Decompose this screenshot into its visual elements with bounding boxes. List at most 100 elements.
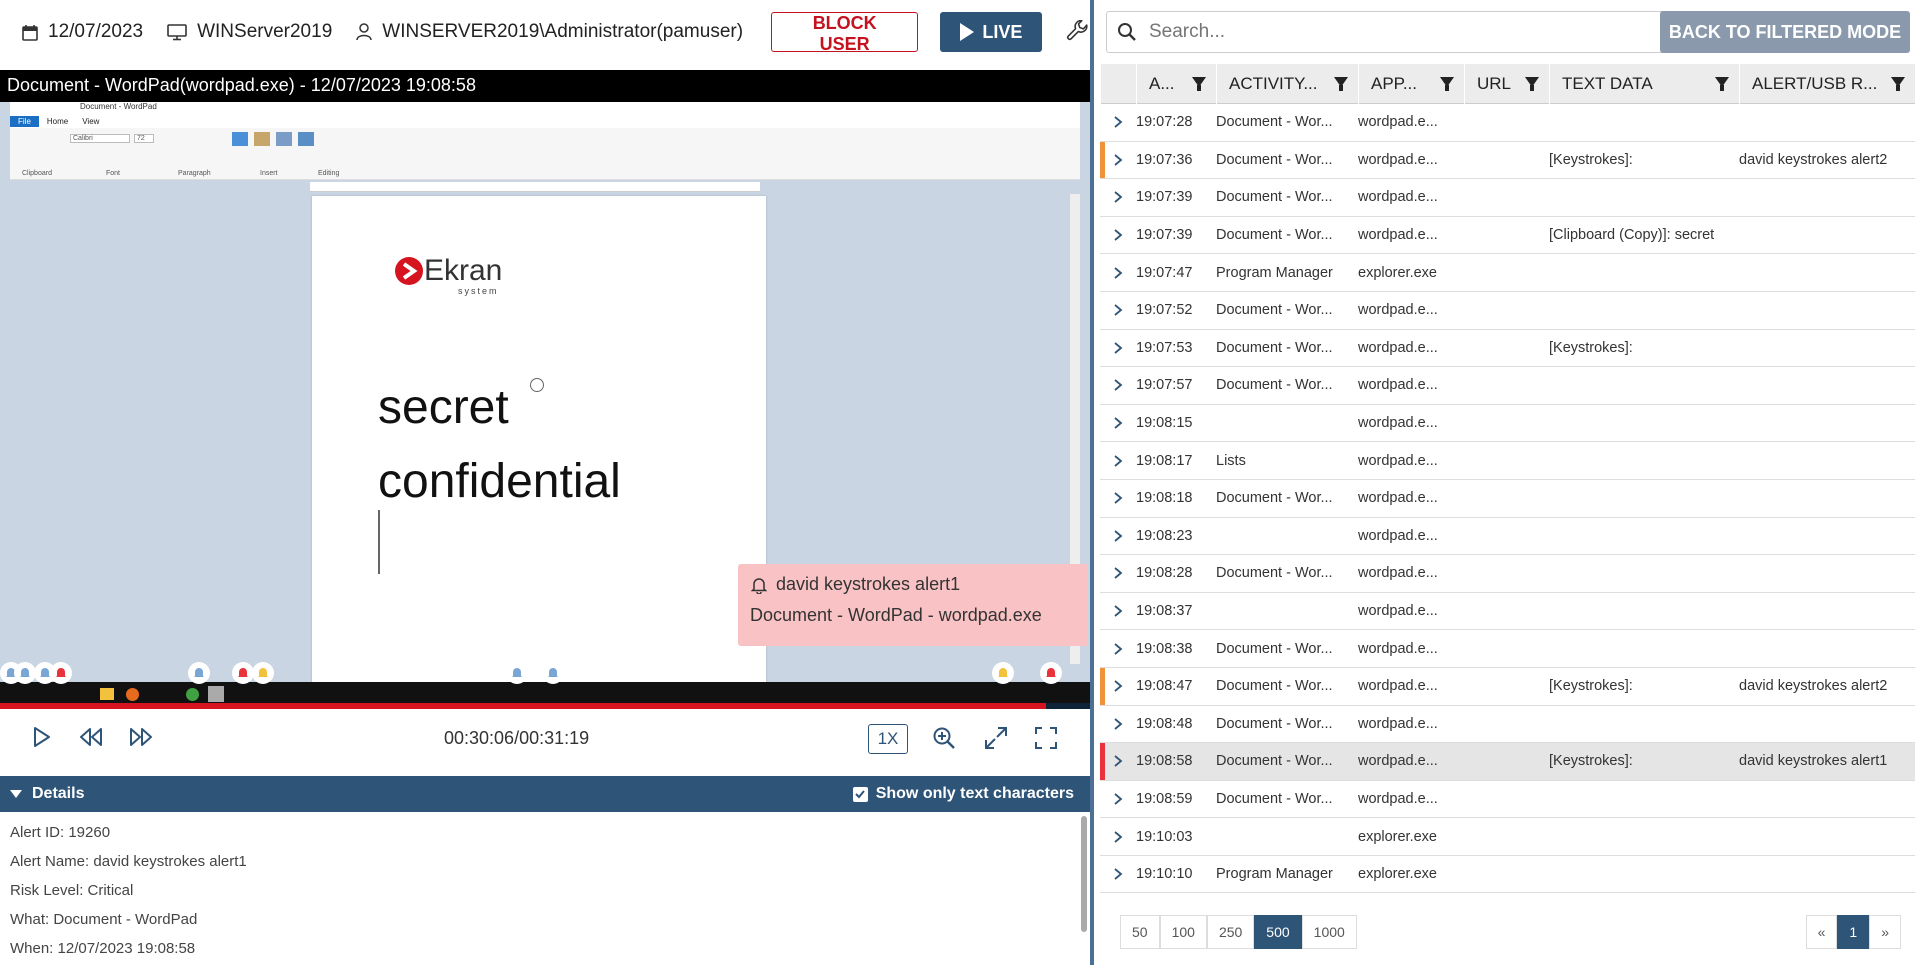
table-row[interactable]: 19:08:48 Document - Wor... wordpad.e... bbox=[1100, 706, 1915, 744]
table-row[interactable]: 19:07:53 Document - Wor... wordpad.e... [Ke… bbox=[1100, 330, 1915, 368]
table-row[interactable]: 19:08:28 Document - Wor... wordpad.e... bbox=[1100, 555, 1915, 593]
expand-row-icon[interactable] bbox=[1100, 604, 1136, 618]
table-row[interactable]: 19:07:39 Document - Wor... wordpad.e... [Cl… bbox=[1100, 217, 1915, 255]
expand-row-icon[interactable] bbox=[1100, 529, 1136, 543]
table-row[interactable]: 19:08:17 Lists wordpad.e... bbox=[1100, 442, 1915, 480]
expand-row-icon[interactable] bbox=[1100, 566, 1136, 580]
expand-row-icon[interactable] bbox=[1100, 679, 1136, 693]
alert-marker-bell-icon[interactable] bbox=[14, 662, 36, 684]
expand-row-icon[interactable] bbox=[1100, 642, 1136, 656]
alert-marker-bell-icon[interactable] bbox=[542, 662, 564, 684]
table-header: A... ACTIVITY... APP... URL TEXT DATA AL… bbox=[1100, 64, 1915, 104]
time-cell: 19:08:23 bbox=[1136, 527, 1193, 544]
zoom-in-icon[interactable] bbox=[932, 726, 956, 750]
text-caret bbox=[378, 510, 380, 574]
play-button-icon[interactable] bbox=[32, 726, 52, 748]
block-user-button[interactable]: BLOCK USER bbox=[771, 12, 919, 54]
expand-row-icon[interactable] bbox=[1100, 754, 1136, 768]
expand-row-icon[interactable] bbox=[1100, 830, 1136, 844]
column-header-app[interactable]: APP... bbox=[1358, 64, 1464, 104]
column-header-url[interactable]: URL bbox=[1464, 64, 1549, 104]
table-row[interactable]: 19:07:47 Program Manager explorer.exe bbox=[1100, 254, 1915, 292]
expand-row-icon[interactable] bbox=[1100, 416, 1136, 430]
next-page-button[interactable]: » bbox=[1869, 915, 1901, 949]
details-header[interactable]: Details Show only text characters bbox=[0, 776, 1090, 812]
alert-marker-bell-icon[interactable] bbox=[50, 662, 72, 684]
expand-row-icon[interactable] bbox=[1100, 190, 1136, 204]
table-row[interactable]: 19:07:52 Document - Wor... wordpad.e... bbox=[1100, 292, 1915, 330]
alert-marker-bell-icon[interactable] bbox=[1040, 662, 1062, 684]
table-row[interactable]: 19:10:10 Program Manager explorer.exe bbox=[1100, 856, 1915, 894]
fullscreen-icon[interactable] bbox=[1034, 726, 1058, 750]
column-header-time[interactable]: A... bbox=[1136, 64, 1216, 104]
table-row[interactable]: 19:08:37 wordpad.e... bbox=[1100, 593, 1915, 631]
time-cell: 19:08:59 bbox=[1136, 790, 1193, 807]
wrench-icon[interactable] bbox=[1066, 20, 1090, 44]
column-header-activity[interactable]: ACTIVITY... bbox=[1216, 64, 1358, 104]
page-size-option[interactable]: 100 bbox=[1159, 915, 1207, 949]
expand-row-icon[interactable] bbox=[1100, 115, 1136, 129]
checkbox-check-icon[interactable] bbox=[852, 786, 868, 802]
table-row[interactable]: 19:08:59 Document - Wor... wordpad.e... bbox=[1100, 781, 1915, 819]
alert-marker-bell-icon[interactable] bbox=[506, 662, 528, 684]
table-row[interactable]: 19:08:18 Document - Wor... wordpad.e... bbox=[1100, 480, 1915, 518]
expand-row-icon[interactable] bbox=[1100, 717, 1136, 731]
expand-row-icon[interactable] bbox=[1100, 378, 1136, 392]
time-cell: 19:07:52 bbox=[1136, 302, 1193, 319]
document-line: confidential bbox=[378, 455, 621, 508]
expand-icon[interactable] bbox=[984, 726, 1008, 750]
table-row[interactable]: 19:10:03 explorer.exe bbox=[1100, 818, 1915, 856]
alert-marker-bell-icon[interactable] bbox=[992, 662, 1014, 684]
table-row[interactable]: 19:08:23 wordpad.e... bbox=[1100, 518, 1915, 556]
expand-row-icon[interactable] bbox=[1100, 454, 1136, 468]
back-to-filtered-mode-button[interactable]: BACK TO FILTERED MODE bbox=[1660, 11, 1910, 53]
page-size-option[interactable]: 500 bbox=[1254, 915, 1302, 949]
filter-icon[interactable] bbox=[1525, 77, 1539, 91]
expand-row-icon[interactable] bbox=[1100, 228, 1136, 242]
expand-row-icon[interactable] bbox=[1100, 341, 1136, 355]
app-cell: wordpad.e... bbox=[1358, 377, 1438, 394]
table-row[interactable]: 19:08:38 Document - Wor... wordpad.e... bbox=[1100, 630, 1915, 668]
filter-icon[interactable] bbox=[1440, 77, 1454, 91]
details-scrollbar[interactable] bbox=[1081, 816, 1087, 932]
column-header-text-data[interactable]: TEXT DATA bbox=[1549, 64, 1739, 104]
alert-marker-bell-icon[interactable] bbox=[252, 662, 274, 684]
page-size-option[interactable]: 50 bbox=[1120, 915, 1160, 949]
search-box[interactable] bbox=[1106, 11, 1666, 53]
filter-icon[interactable] bbox=[1334, 77, 1348, 91]
column-header-alert[interactable]: ALERT/USB R... bbox=[1739, 64, 1915, 104]
prev-page-button[interactable]: « bbox=[1805, 915, 1838, 949]
user-icon bbox=[356, 23, 373, 41]
filter-icon[interactable] bbox=[1891, 77, 1905, 91]
rewind-icon[interactable] bbox=[78, 726, 104, 748]
playback-timeline[interactable] bbox=[0, 703, 1090, 709]
search-input[interactable] bbox=[1149, 21, 1629, 43]
show-text-only-checkbox[interactable]: Show only text characters bbox=[852, 785, 1074, 803]
expand-row-icon[interactable] bbox=[1100, 792, 1136, 806]
fast-forward-icon[interactable] bbox=[128, 726, 154, 748]
expand-row-icon[interactable] bbox=[1100, 867, 1136, 881]
page-button[interactable]: 1 bbox=[1837, 915, 1870, 949]
expand-row-icon[interactable] bbox=[1100, 153, 1136, 167]
alert-marker-bell-icon[interactable] bbox=[232, 662, 254, 684]
table-row[interactable]: 19:08:58 Document - Wor... wordpad.e... [Ke… bbox=[1100, 743, 1915, 781]
alert-marker-bell-icon[interactable] bbox=[188, 662, 210, 684]
activity-cell: Document - Wor... bbox=[1216, 640, 1333, 657]
table-row[interactable]: 19:08:47 Document - Wor... wordpad.e... [Ke… bbox=[1100, 667, 1915, 706]
playback-speed-button[interactable]: 1X bbox=[868, 724, 908, 754]
page-size-option[interactable]: 250 bbox=[1206, 915, 1255, 949]
expand-row-icon[interactable] bbox=[1100, 266, 1136, 280]
table-row[interactable]: 19:08:15 wordpad.e... bbox=[1100, 405, 1915, 443]
filter-icon[interactable] bbox=[1192, 77, 1206, 91]
table-row[interactable]: 19:07:57 Document - Wor... wordpad.e... bbox=[1100, 367, 1915, 405]
page-size-option[interactable]: 1000 bbox=[1301, 915, 1357, 949]
table-row[interactable]: 19:07:39 Document - Wor... wordpad.e... bbox=[1100, 179, 1915, 217]
text-data-cell: [Keystrokes]: bbox=[1549, 753, 1633, 770]
ekran-logo-text: Ekran bbox=[424, 254, 503, 287]
expand-row-icon[interactable] bbox=[1100, 303, 1136, 317]
expand-row-icon[interactable] bbox=[1100, 491, 1136, 505]
table-row[interactable]: 19:07:36 Document - Wor... wordpad.e... [Ke… bbox=[1100, 141, 1915, 180]
filter-icon[interactable] bbox=[1715, 77, 1729, 91]
live-button[interactable]: LIVE bbox=[940, 12, 1043, 52]
table-row[interactable]: 19:07:28 Document - Wor... wordpad.e... bbox=[1100, 104, 1915, 142]
